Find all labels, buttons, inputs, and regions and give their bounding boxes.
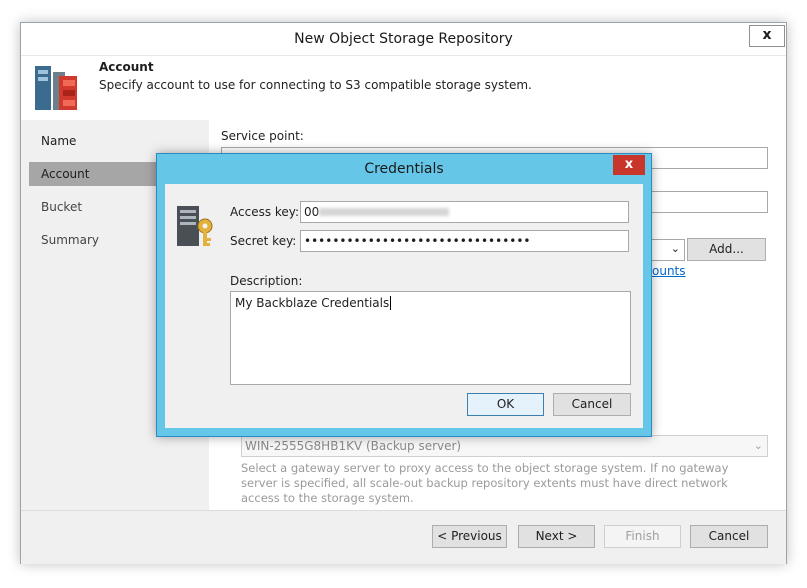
object-storage-icon bbox=[35, 66, 77, 110]
wizard-title: New Object Storage Repository bbox=[294, 31, 513, 47]
header-title: Account bbox=[99, 60, 154, 74]
service-point-label: Service point: bbox=[221, 129, 304, 143]
credentials-dialog: Credentials x Access key: 00 Secret key:… bbox=[156, 153, 652, 437]
finish-button[interactable]: Finish bbox=[604, 525, 681, 548]
secret-key-label: Secret key: bbox=[230, 234, 297, 248]
credentials-cancel-button[interactable]: Cancel bbox=[553, 393, 631, 416]
next-button[interactable]: Next > bbox=[518, 525, 595, 548]
key-credentials-icon bbox=[177, 206, 213, 246]
ok-button[interactable]: OK bbox=[467, 393, 544, 416]
manage-accounts-link[interactable]: ounts bbox=[652, 264, 686, 278]
gateway-server-value: WIN-2555G8HB1KV (Backup server) bbox=[245, 439, 462, 453]
text-caret bbox=[390, 296, 392, 310]
description-textarea[interactable]: My Backblaze Credentials bbox=[230, 291, 631, 385]
description-value: My Backblaze Credentials bbox=[235, 296, 390, 310]
chevron-down-icon: ⌄ bbox=[753, 439, 763, 452]
gateway-server-select[interactable]: WIN-2555G8HB1KV (Backup server) ⌄ bbox=[241, 435, 768, 457]
wizard-close-button[interactable]: x bbox=[749, 25, 785, 47]
cancel-button[interactable]: Cancel bbox=[690, 525, 768, 548]
blurred-key-region bbox=[319, 208, 449, 216]
access-key-input[interactable]: 00 bbox=[300, 201, 629, 223]
previous-button[interactable]: < Previous bbox=[432, 525, 507, 548]
access-key-label: Access key: bbox=[230, 205, 300, 219]
access-key-value: 00 bbox=[304, 205, 320, 219]
credentials-close-button[interactable]: x bbox=[613, 155, 645, 175]
chevron-down-icon: ⌄ bbox=[670, 242, 680, 255]
step-name[interactable]: Name bbox=[29, 129, 209, 153]
add-account-button[interactable]: Add... bbox=[687, 238, 766, 261]
credentials-dialog-title: Credentials bbox=[364, 161, 444, 177]
wizard-header: Account Specify account to use for conne… bbox=[21, 55, 786, 121]
wizard-titlebar: New Object Storage Repository x bbox=[21, 23, 786, 55]
secret-key-input[interactable]: •••••••••••••••••••••••••••••••• bbox=[300, 230, 629, 252]
gateway-help-text: Select a gateway server to proxy access … bbox=[241, 461, 729, 505]
description-label: Description: bbox=[230, 274, 303, 288]
credentials-dialog-body: Access key: 00 Secret key: •••••••••••••… bbox=[165, 184, 643, 428]
wizard-footer: < Previous Next > Finish Cancel bbox=[21, 510, 786, 564]
header-subtitle: Specify account to use for connecting to… bbox=[99, 78, 532, 92]
